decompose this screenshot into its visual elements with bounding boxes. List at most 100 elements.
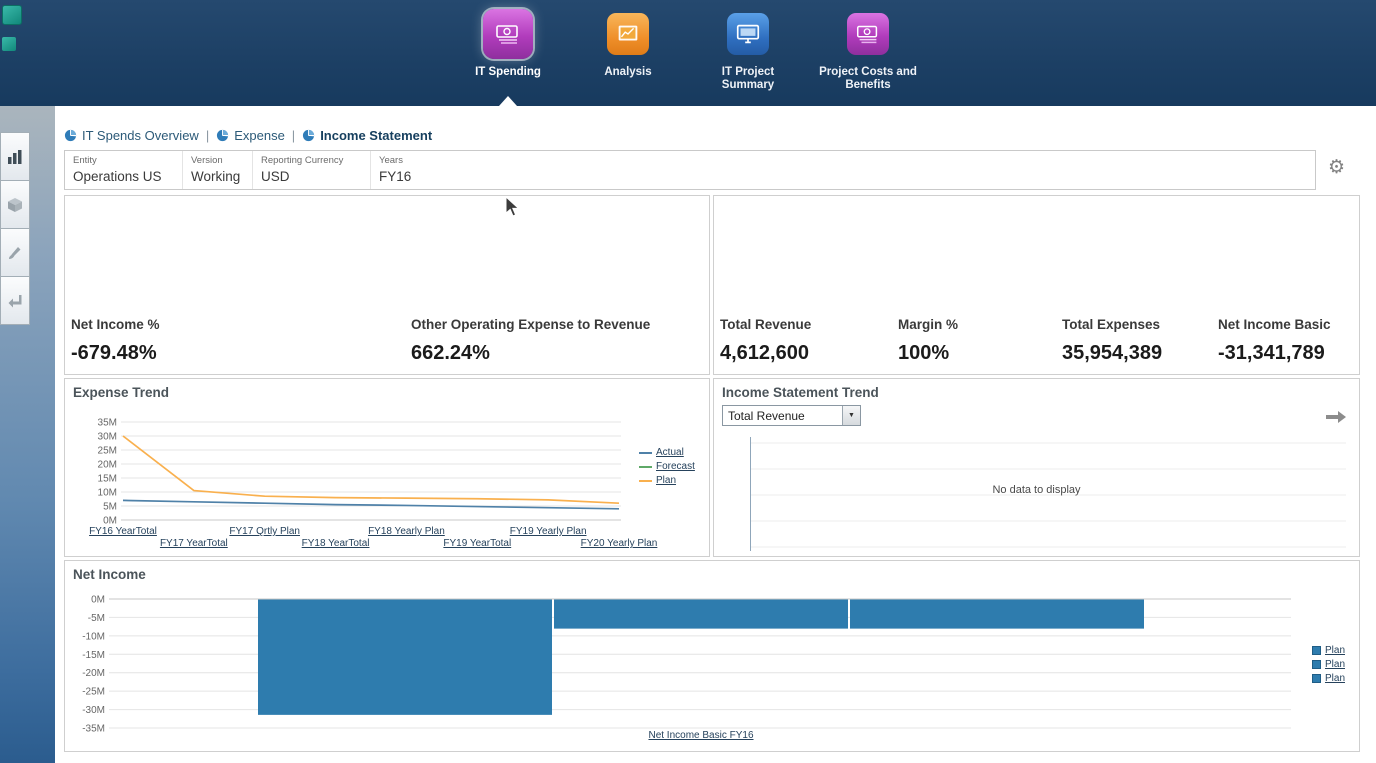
y-tick-label: 25M [98,446,117,457]
net-income-legend: Plan Plan Plan [1312,645,1345,684]
tab-icon-wrap [483,6,533,62]
y-tick-label: 0M [103,516,117,527]
x-axis-label[interactable]: Net Income Basic FY16 [648,730,753,741]
tab-project-costs-benefits[interactable]: Project Costs and Benefits [813,6,923,92]
legend-label[interactable]: Plan [1325,659,1345,670]
analysis-icon [614,20,642,48]
breadcrumb-separator: | [292,128,295,143]
pov-field-value[interactable]: Working [191,169,244,184]
breadcrumb-label[interactable]: IT Spends Overview [82,128,199,143]
kpi-panel-right: Total Revenue 4,612,600 Margin % 100% To… [713,195,1360,375]
y-tick-label: 20M [98,460,117,471]
legend-item-plan[interactable]: Plan [639,475,695,486]
legend-label[interactable]: Actual [656,447,684,458]
breadcrumb-item-expense[interactable]: Expense [216,128,285,143]
legend-item-plan[interactable]: Plan [1312,673,1345,684]
breadcrumb-label[interactable]: Income Statement [320,128,432,143]
kpi-value: 100% [898,342,958,365]
kpi-label: Other Operating Expense to Revenue [411,317,650,332]
y-tick-label: -30M [82,705,105,716]
tab-label[interactable]: IT Project Summary [695,66,801,92]
legend-label[interactable]: Plan [1325,645,1345,656]
kpi-label: Net Income % [71,317,160,332]
pie-icon [216,129,229,142]
return-arrow-button[interactable] [0,276,30,325]
y-tick-label: 35M [98,418,117,429]
x-axis-labels[interactable]: FY16 YearTotalFY17 YearTotalFY17 Qrtly P… [89,526,657,549]
kpi-value: 4,612,600 [720,342,811,365]
x-axis-label[interactable]: FY18 YearTotal [302,538,370,549]
panel-title: Income Statement Trend [722,385,879,400]
cube-icon [6,196,24,214]
legend-swatch [1312,646,1321,655]
pov-version[interactable]: Version Working [183,151,253,189]
x-axis-label[interactable]: FY20 Yearly Plan [581,538,658,549]
kpi-net-income-basic: Net Income Basic -31,341,789 [1218,317,1331,365]
dashboard-view-button[interactable] [0,132,30,181]
x-axis-label[interactable]: FY17 YearTotal [160,538,228,549]
pov-field-label: Years [379,155,1307,166]
tab-analysis[interactable]: Analysis [573,6,683,92]
breadcrumb-item-income-statement[interactable]: Income Statement [302,128,432,143]
forward-arrow-icon[interactable] [1325,409,1347,430]
forward-arrow-icon [1325,409,1347,425]
bar-chart-icon [6,148,24,166]
tab-it-spending[interactable]: IT Spending [453,6,563,92]
legend-swatch [1312,674,1321,683]
kpi-label: Total Expenses [1062,317,1162,332]
x-axis-label[interactable]: FY19 YearTotal [443,538,511,549]
bar-plan-0[interactable] [258,600,552,715]
pov-field-value[interactable]: FY16 [379,169,1307,184]
tab-icon-wrap [727,6,769,62]
selected-tab-pointer [499,96,517,106]
cash-icon [493,19,523,49]
cube-view-button[interactable] [0,180,30,229]
return-arrow-icon [6,292,24,310]
pie-icon [302,129,315,142]
cash-icon [847,13,889,55]
pov-field-label: Reporting Currency [261,155,362,166]
pov-field-value[interactable]: USD [261,169,362,184]
chevron-down-icon[interactable]: ▼ [842,406,860,425]
tab-label[interactable]: IT Spending [455,66,561,79]
legend-item-plan[interactable]: Plan [1312,645,1345,656]
bar-plan-2[interactable] [850,600,1144,629]
legend-swatch [639,480,652,482]
legend-item-forecast[interactable]: Forecast [639,461,695,472]
y-tick-label: -15M [82,650,105,661]
legend-label[interactable]: Plan [656,475,676,486]
legend-item-actual[interactable]: Actual [639,447,695,458]
legend-item-plan[interactable]: Plan [1312,659,1345,670]
breadcrumb-item-it-spends-overview[interactable]: IT Spends Overview [64,128,199,143]
pov-entity[interactable]: Entity Operations US [65,151,183,189]
breadcrumb-separator: | [206,128,209,143]
app-tabs: IT Spending Analysis [0,6,1376,92]
measure-dropdown-value[interactable]: Total Revenue [728,409,805,423]
kpi-label: Margin % [898,317,958,332]
breadcrumb-label[interactable]: Expense [234,128,285,143]
gear-icon[interactable]: ⚙ [1328,158,1345,177]
bar-plan-1[interactable] [554,600,848,629]
x-axis-label[interactable]: FY17 Qrtly Plan [229,526,300,537]
tab-label[interactable]: Analysis [575,66,681,79]
legend-label[interactable]: Forecast [656,461,695,472]
pov-reporting-currency[interactable]: Reporting Currency USD [253,151,371,189]
measure-dropdown[interactable]: Total Revenue ▼ [722,405,861,426]
no-data-message: No data to display [714,484,1359,496]
x-axis-label[interactable]: FY16 YearTotal [89,526,157,537]
kpi-label: Net Income Basic [1218,317,1331,332]
tab-it-project-summary[interactable]: IT Project Summary [693,6,803,92]
tab-label[interactable]: Project Costs and Benefits [815,66,921,92]
x-axis-label[interactable]: FY19 Yearly Plan [510,526,587,537]
kpi-margin-pct: Margin % 100% [898,317,958,365]
pov-years[interactable]: Years FY16 [371,151,1315,189]
legend-label[interactable]: Plan [1325,673,1345,684]
format-brush-button[interactable] [0,228,30,277]
x-axis-label[interactable]: FY18 Yearly Plan [368,526,445,537]
brush-icon [6,244,24,262]
kpi-total-expenses: Total Expenses 35,954,389 [1062,317,1162,365]
pov-field-value[interactable]: Operations US [73,169,174,184]
kpi-value: -31,341,789 [1218,342,1331,365]
expense-trend-chart: 0M5M10M15M20M25M30M35MFY16 YearTotalFY17… [65,379,710,555]
y-tick-label: 30M [98,432,117,443]
